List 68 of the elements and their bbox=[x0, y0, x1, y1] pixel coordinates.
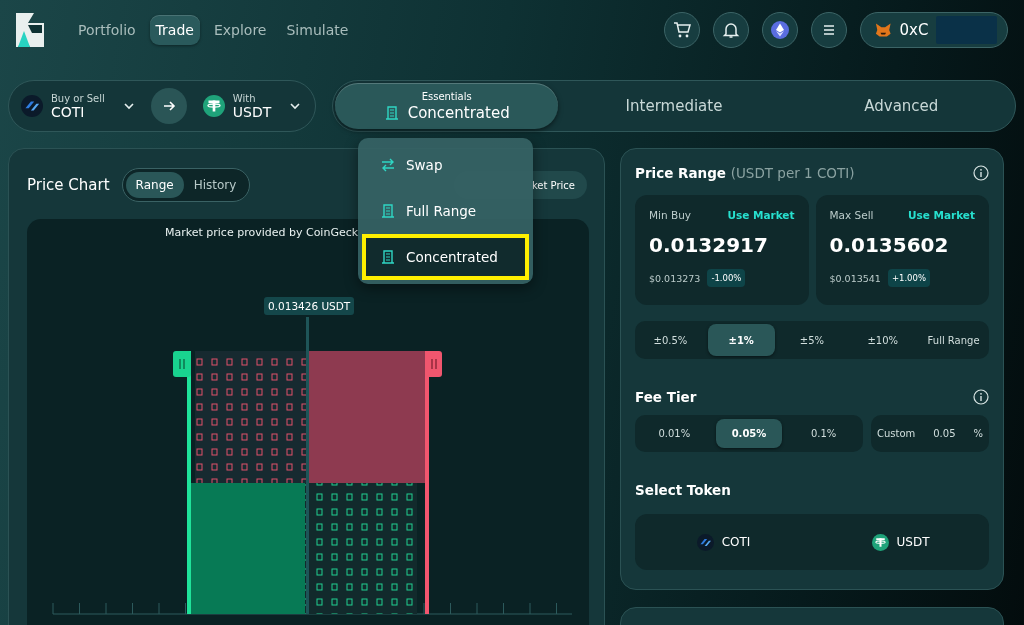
preset-option[interactable]: ±0.5% bbox=[637, 324, 704, 356]
nav-link[interactable]: Simulate bbox=[280, 15, 355, 45]
usd-value: $0.013273 bbox=[649, 272, 701, 284]
redaction-bar bbox=[936, 16, 997, 44]
chevron-down-icon bbox=[289, 100, 302, 112]
stripe-coin-icon bbox=[696, 533, 714, 551]
bound-value: 0.0132917 bbox=[649, 233, 769, 257]
custom-fee-field[interactable]: 0.05 bbox=[927, 428, 962, 439]
info-icon[interactable] bbox=[973, 165, 989, 181]
section-title: Select Token bbox=[635, 482, 731, 498]
token-option[interactable]: COTI bbox=[635, 514, 812, 570]
notifications-button[interactable] bbox=[713, 12, 749, 48]
menu-item[interactable]: Full Range bbox=[362, 188, 529, 234]
bound-label: Max Sell bbox=[829, 209, 874, 221]
change-badge: +1.00% bbox=[887, 269, 930, 287]
t-coin-icon bbox=[202, 95, 225, 117]
nav-link[interactable]: Explore bbox=[207, 15, 273, 45]
percent-unit: % bbox=[973, 428, 983, 439]
cart-icon bbox=[673, 21, 691, 39]
menu-item[interactable]: Swap bbox=[362, 142, 529, 188]
use-market-link[interactable]: Use Market bbox=[727, 209, 795, 221]
strategy-tab[interactable]: Advanced bbox=[789, 83, 1013, 129]
strategy-tab[interactable]: Essentials Concentrated bbox=[335, 83, 559, 129]
list-icon bbox=[380, 203, 396, 219]
menu-item[interactable]: Concentrated bbox=[362, 234, 529, 280]
list-icon bbox=[380, 249, 396, 265]
usd-value: $0.013541 bbox=[829, 272, 881, 284]
logo-icon[interactable] bbox=[14, 11, 46, 49]
stripe-coin-icon bbox=[21, 95, 43, 117]
nav-link[interactable]: Trade bbox=[149, 15, 200, 45]
price-tag: 0.013426 USDT bbox=[264, 297, 355, 315]
use-market-link[interactable]: Use Market bbox=[907, 209, 975, 221]
wallet-button[interactable]: 0xC bbox=[860, 12, 1008, 48]
cart-button[interactable] bbox=[664, 12, 700, 48]
preset-option[interactable]: Full Range bbox=[920, 324, 987, 356]
change-badge: -1.00% bbox=[707, 269, 746, 287]
source-note: Market price provided by CoinGeck bbox=[165, 226, 359, 239]
section-title: Fee Tier bbox=[635, 389, 697, 405]
panel-title: Price Chart bbox=[27, 176, 110, 194]
bell-icon bbox=[722, 21, 740, 39]
fee-option[interactable]: 0.1% bbox=[790, 419, 857, 448]
network-button[interactable] bbox=[762, 12, 798, 48]
view-tab[interactable]: Range bbox=[125, 172, 184, 198]
fox-icon bbox=[875, 21, 892, 39]
diamond-coin-icon bbox=[771, 21, 789, 39]
view-tab[interactable]: History bbox=[183, 172, 247, 198]
panel-title: Price Range (USDT per 1 COTI) bbox=[635, 165, 855, 181]
list-icon bbox=[383, 104, 400, 121]
info-icon[interactable] bbox=[973, 389, 989, 405]
preset-option[interactable]: ±10% bbox=[849, 324, 917, 356]
token-option[interactable]: USDT bbox=[812, 514, 989, 570]
custom-label: Custom bbox=[877, 428, 916, 439]
fee-option[interactable]: 0.05% bbox=[715, 419, 783, 448]
bound-label: Min Buy bbox=[649, 209, 692, 221]
token-selector[interactable]: Buy or Sell COTI bbox=[21, 92, 135, 120]
strategy-tab[interactable]: Intermediate bbox=[562, 83, 786, 129]
t-coin-icon bbox=[871, 533, 889, 551]
menu-button[interactable] bbox=[811, 12, 847, 48]
preset-option[interactable]: ±1% bbox=[707, 324, 775, 356]
bound-value: 0.0135602 bbox=[829, 233, 950, 257]
direction-button[interactable] bbox=[150, 88, 187, 124]
chevron-down-icon bbox=[122, 100, 135, 112]
nav-link[interactable]: Portfolio bbox=[72, 15, 142, 45]
swap-arrows-icon bbox=[380, 157, 396, 173]
preset-option[interactable]: ±5% bbox=[778, 324, 846, 356]
arrow-right-icon bbox=[161, 99, 176, 113]
token-selector[interactable]: With USDT bbox=[202, 92, 302, 120]
fee-option[interactable]: 0.01% bbox=[641, 419, 708, 448]
